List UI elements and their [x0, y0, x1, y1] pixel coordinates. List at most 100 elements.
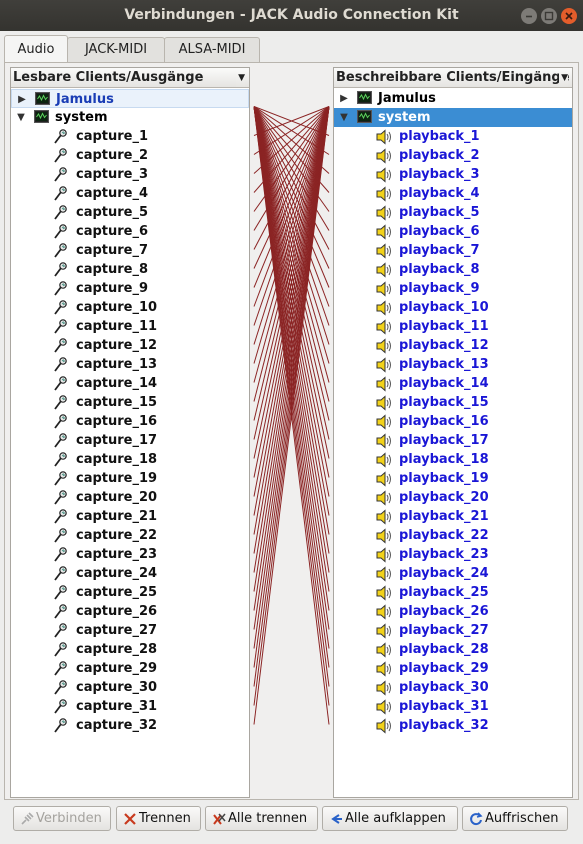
port-playback-13[interactable]: playback_13 [334, 355, 572, 374]
port-playback-31[interactable]: playback_31 [334, 697, 572, 716]
readable-clients-panel[interactable]: Lesbare Clients/Ausgänge ▼ ▶ Jamulus ▼ syst… [10, 67, 250, 798]
readable-clients-header[interactable]: Lesbare Clients/Ausgänge ▼ [11, 68, 249, 88]
port-playback-23[interactable]: playback_23 [334, 545, 572, 564]
disconnect-all-button[interactable]: Alle trennen [205, 806, 318, 831]
port-capture-8[interactable]: capture_8 [11, 260, 249, 279]
port-capture-13[interactable]: capture_13 [11, 355, 249, 374]
port-capture-2[interactable]: capture_2 [11, 146, 249, 165]
tab-audio[interactable]: Audio [4, 35, 68, 63]
port-capture-11[interactable]: capture_11 [11, 317, 249, 336]
client-system[interactable]: ▼ system [11, 108, 249, 127]
port-playback-2[interactable]: playback_2 [334, 146, 572, 165]
port-playback-3[interactable]: playback_3 [334, 165, 572, 184]
port-playback-4[interactable]: playback_4 [334, 184, 572, 203]
speaker-icon [376, 357, 391, 373]
port-playback-28[interactable]: playback_28 [334, 640, 572, 659]
port-playback-14[interactable]: playback_14 [334, 374, 572, 393]
client-system[interactable]: ▼ system [334, 108, 572, 127]
port-playback-12[interactable]: playback_12 [334, 336, 572, 355]
port-playback-8[interactable]: playback_8 [334, 260, 572, 279]
port-playback-10[interactable]: playback_10 [334, 298, 572, 317]
port-playback-19[interactable]: playback_19 [334, 469, 572, 488]
tab-alsa-midi[interactable]: ALSA-MIDI [164, 37, 260, 62]
microphone-icon [54, 433, 67, 448]
port-capture-15[interactable]: capture_15 [11, 393, 249, 412]
maximize-button[interactable] [541, 8, 557, 24]
chevron-down-icon[interactable]: ▼ [337, 108, 351, 127]
port-capture-9[interactable]: capture_9 [11, 279, 249, 298]
port-playback-20[interactable]: playback_20 [334, 488, 572, 507]
speaker-icon [376, 395, 391, 411]
chevron-right-icon[interactable]: ▶ [15, 90, 29, 109]
port-capture-20[interactable]: capture_20 [11, 488, 249, 507]
port-playback-11[interactable]: playback_11 [334, 317, 572, 336]
microphone-icon [54, 661, 67, 676]
port-capture-6[interactable]: capture_6 [11, 222, 249, 241]
speaker-icon [376, 243, 391, 259]
port-playback-26[interactable]: playback_26 [334, 602, 572, 621]
speaker-icon [376, 319, 391, 335]
client-jamulus[interactable]: ▶ Jamulus [11, 89, 249, 108]
port-playback-16[interactable]: playback_16 [334, 412, 572, 431]
port-capture-10[interactable]: capture_10 [11, 298, 249, 317]
port-capture-3[interactable]: capture_3 [11, 165, 249, 184]
port-playback-15[interactable]: playback_15 [334, 393, 572, 412]
port-capture-29[interactable]: capture_29 [11, 659, 249, 678]
port-playback-32[interactable]: playback_32 [334, 716, 572, 735]
port-playback-9[interactable]: playback_9 [334, 279, 572, 298]
port-capture-19[interactable]: capture_19 [11, 469, 249, 488]
port-capture-31[interactable]: capture_31 [11, 697, 249, 716]
port-label: playback_29 [399, 661, 489, 676]
chevron-down-icon[interactable]: ▼ [14, 108, 28, 127]
expand-all-button[interactable]: Alle aufklappen [322, 806, 458, 831]
speaker-icon [376, 604, 391, 620]
port-capture-26[interactable]: capture_26 [11, 602, 249, 621]
port-playback-24[interactable]: playback_24 [334, 564, 572, 583]
port-label: playback_30 [399, 680, 489, 695]
disconnect-button[interactable]: Trennen [116, 806, 201, 831]
port-playback-17[interactable]: playback_17 [334, 431, 572, 450]
port-playback-18[interactable]: playback_18 [334, 450, 572, 469]
refresh-button[interactable]: Auffrischen [462, 806, 568, 831]
tab-jack-midi[interactable]: JACK-MIDI [67, 37, 165, 62]
port-capture-32[interactable]: capture_32 [11, 716, 249, 735]
port-capture-23[interactable]: capture_23 [11, 545, 249, 564]
port-capture-21[interactable]: capture_21 [11, 507, 249, 526]
port-capture-17[interactable]: capture_17 [11, 431, 249, 450]
port-capture-30[interactable]: capture_30 [11, 678, 249, 697]
writable-clients-panel[interactable]: Beschreibbare Clients/Eingänge ▼ ▶ Jamulu… [333, 67, 573, 798]
port-capture-25[interactable]: capture_25 [11, 583, 249, 602]
port-capture-27[interactable]: capture_27 [11, 621, 249, 640]
port-playback-21[interactable]: playback_21 [334, 507, 572, 526]
port-capture-14[interactable]: capture_14 [11, 374, 249, 393]
port-label: playback_3 [399, 167, 480, 182]
port-playback-22[interactable]: playback_22 [334, 526, 572, 545]
chevron-right-icon[interactable]: ▶ [337, 89, 351, 108]
port-playback-1[interactable]: playback_1 [334, 127, 572, 146]
writable-clients-header[interactable]: Beschreibbare Clients/Eingänge ▼ [334, 68, 572, 88]
port-playback-29[interactable]: playback_29 [334, 659, 572, 678]
port-capture-1[interactable]: capture_1 [11, 127, 249, 146]
port-playback-25[interactable]: playback_25 [334, 583, 572, 602]
port-playback-7[interactable]: playback_7 [334, 241, 572, 260]
port-capture-5[interactable]: capture_5 [11, 203, 249, 222]
connect-button[interactable]: Verbinden [13, 806, 111, 831]
port-label: capture_7 [76, 243, 149, 258]
close-button[interactable] [561, 8, 577, 24]
minimize-button[interactable] [521, 8, 537, 24]
port-label: playback_2 [399, 148, 480, 163]
port-playback-5[interactable]: playback_5 [334, 203, 572, 222]
port-capture-22[interactable]: capture_22 [11, 526, 249, 545]
port-capture-28[interactable]: capture_28 [11, 640, 249, 659]
client-jamulus[interactable]: ▶ Jamulus [334, 89, 572, 108]
port-capture-18[interactable]: capture_18 [11, 450, 249, 469]
port-playback-30[interactable]: playback_30 [334, 678, 572, 697]
port-capture-16[interactable]: capture_16 [11, 412, 249, 431]
port-capture-12[interactable]: capture_12 [11, 336, 249, 355]
port-playback-6[interactable]: playback_6 [334, 222, 572, 241]
speaker-icon [376, 566, 391, 582]
port-playback-27[interactable]: playback_27 [334, 621, 572, 640]
port-capture-7[interactable]: capture_7 [11, 241, 249, 260]
port-capture-4[interactable]: capture_4 [11, 184, 249, 203]
port-capture-24[interactable]: capture_24 [11, 564, 249, 583]
